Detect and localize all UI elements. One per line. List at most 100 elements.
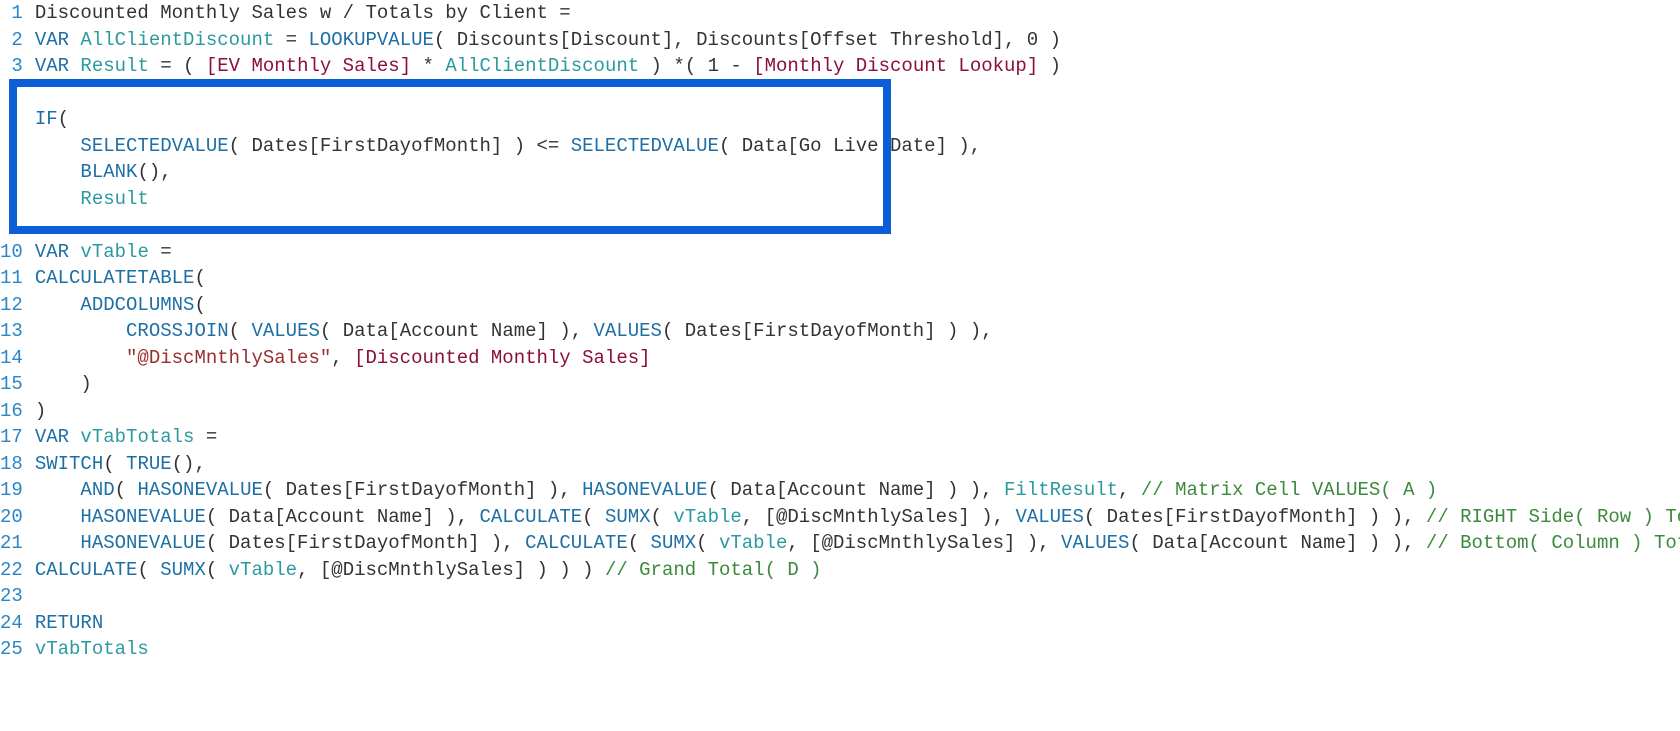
fn-values: VALUES xyxy=(1015,506,1083,528)
code-line[interactable]: SWITCH( TRUE(), xyxy=(35,451,1680,478)
args: ( Dates[FirstDayofMonth] ), xyxy=(263,479,582,501)
fn-if: IF xyxy=(35,108,58,130)
paren: ( xyxy=(58,108,69,130)
line-num: 13 xyxy=(0,318,23,345)
indent xyxy=(35,479,81,501)
paren: ( xyxy=(137,559,160,581)
fn-crossjoin: CROSSJOIN xyxy=(126,320,229,342)
paren: ( xyxy=(103,453,126,475)
var-ref: Result xyxy=(80,188,148,210)
code-line[interactable] xyxy=(35,583,1680,610)
paren: ( xyxy=(651,506,674,528)
line-num: 21 xyxy=(0,530,23,557)
indent xyxy=(35,294,81,316)
fn-values: VALUES xyxy=(1061,532,1129,554)
fn-and: AND xyxy=(80,479,114,501)
comma: , xyxy=(331,347,354,369)
paren: ) xyxy=(35,373,92,395)
var-name: Result xyxy=(69,55,160,77)
line-num: 12 xyxy=(0,292,23,319)
op: * xyxy=(411,55,445,77)
op: = xyxy=(160,241,171,263)
keyword-var: VAR xyxy=(35,29,69,51)
string-literal: "@DiscMnthlySales" xyxy=(126,347,331,369)
code-line[interactable]: ADDCOLUMNS( xyxy=(35,292,1680,319)
op: = xyxy=(286,29,309,51)
code-line-hidden[interactable] xyxy=(35,212,1680,239)
keyword-var: VAR xyxy=(35,426,69,448)
fn-hasonevalue: HASONEVALUE xyxy=(137,479,262,501)
var-ref: vTabTotals xyxy=(35,638,149,660)
code-line-hidden[interactable] xyxy=(35,80,1680,107)
fn-selectedvalue: SELECTEDVALUE xyxy=(571,135,719,157)
code-line[interactable]: HASONEVALUE( Data[Account Name] ), CALCU… xyxy=(35,504,1680,531)
args: ( Data[Account Name] ), xyxy=(320,320,594,342)
indent xyxy=(35,532,81,554)
args: ( Data[Account Name] ), xyxy=(206,506,480,528)
keyword-return: RETURN xyxy=(35,612,103,634)
code-line[interactable]: CALCULATETABLE( xyxy=(35,265,1680,292)
code-area[interactable]: Discounted Monthly Sales w / Totals by C… xyxy=(31,0,1680,663)
code-line[interactable]: AND( HASONEVALUE( Dates[FirstDayofMonth]… xyxy=(35,477,1680,504)
fn-blank: BLANK xyxy=(80,161,137,183)
code-line[interactable]: BLANK(), xyxy=(35,159,1680,186)
code-line[interactable]: vTabTotals xyxy=(35,636,1680,663)
line-num: 14 xyxy=(0,345,23,372)
paren: ( xyxy=(229,320,252,342)
code-line[interactable]: Result xyxy=(35,186,1680,213)
indent xyxy=(35,320,126,342)
indent xyxy=(35,347,126,369)
var-name: vTable xyxy=(69,241,160,263)
var-ref: vTable xyxy=(673,506,741,528)
args: ( Dates[FirstDayofMonth] ) <= xyxy=(229,135,571,157)
paren: ( xyxy=(115,479,138,501)
line-num xyxy=(0,186,23,213)
code-line[interactable]: ) xyxy=(35,371,1680,398)
indent xyxy=(35,161,81,183)
code-line[interactable]: IF( xyxy=(35,106,1680,133)
code-line[interactable]: SELECTEDVALUE( Dates[FirstDayofMonth] ) … xyxy=(35,133,1680,160)
fn-true: TRUE xyxy=(126,453,172,475)
code-line[interactable]: ) xyxy=(35,398,1680,425)
args: ( Data[Account Name] ) ), xyxy=(708,479,1004,501)
args: , [@DiscMnthlySales] ), xyxy=(787,532,1061,554)
code-line[interactable]: Discounted Monthly Sales w / Totals by C… xyxy=(35,0,1680,27)
line-number-gutter: 1 2 3 10 11 12 13 14 15 16 17 18 19 20 2… xyxy=(0,0,31,663)
fn-calculate: CALCULATE xyxy=(525,532,628,554)
line-num: 15 xyxy=(0,371,23,398)
line-num: 3 xyxy=(0,53,23,80)
code-line[interactable]: VAR vTable = xyxy=(35,239,1680,266)
comment: // Matrix Cell VALUES( A ) xyxy=(1141,479,1437,501)
code-line[interactable]: VAR vTabTotals = xyxy=(35,424,1680,451)
fn-values: VALUES xyxy=(251,320,319,342)
indent xyxy=(35,506,81,528)
code-line[interactable]: CROSSJOIN( VALUES( Data[Account Name] ),… xyxy=(35,318,1680,345)
comment: // RIGHT Side( Row ) Totals( B ) xyxy=(1426,506,1680,528)
fn-calculate: CALCULATE xyxy=(35,559,138,581)
fn-hasonevalue: HASONEVALUE xyxy=(582,479,707,501)
indent xyxy=(35,135,81,157)
code-line[interactable]: HASONEVALUE( Dates[FirstDayofMonth] ), C… xyxy=(35,530,1680,557)
keyword-var: VAR xyxy=(35,55,69,77)
var-ref: AllClientDiscount xyxy=(445,55,639,77)
code-line[interactable]: VAR AllClientDiscount = LOOKUPVALUE( Dis… xyxy=(35,27,1680,54)
code-line[interactable]: "@DiscMnthlySales", [Discounted Monthly … xyxy=(35,345,1680,372)
line-num: 22 xyxy=(0,557,23,584)
code-line[interactable]: RETURN xyxy=(35,610,1680,637)
paren: ( xyxy=(206,559,229,581)
line-num: 23 xyxy=(0,583,23,610)
line-num: 11 xyxy=(0,265,23,292)
paren: ( xyxy=(194,267,205,289)
dax-editor[interactable]: 1 2 3 10 11 12 13 14 15 16 17 18 19 20 2… xyxy=(0,0,1680,663)
measure-name: Discounted Monthly Sales w / Totals by C… xyxy=(35,2,571,24)
code-line[interactable]: CALCULATE( SUMX( vTable, [@DiscMnthlySal… xyxy=(35,557,1680,584)
args: , [@DiscMnthlySales] ), xyxy=(742,506,1016,528)
line-num: 25 xyxy=(0,636,23,663)
line-num: 10 xyxy=(0,239,23,266)
code-line[interactable]: VAR Result = ( [EV Monthly Sales] * AllC… xyxy=(35,53,1680,80)
line-num xyxy=(0,159,23,186)
paren: ( xyxy=(628,532,651,554)
line-num xyxy=(0,80,23,107)
measure-ref: [Discounted Monthly Sales] xyxy=(354,347,650,369)
fn-lookupvalue: LOOKUPVALUE xyxy=(308,29,433,51)
